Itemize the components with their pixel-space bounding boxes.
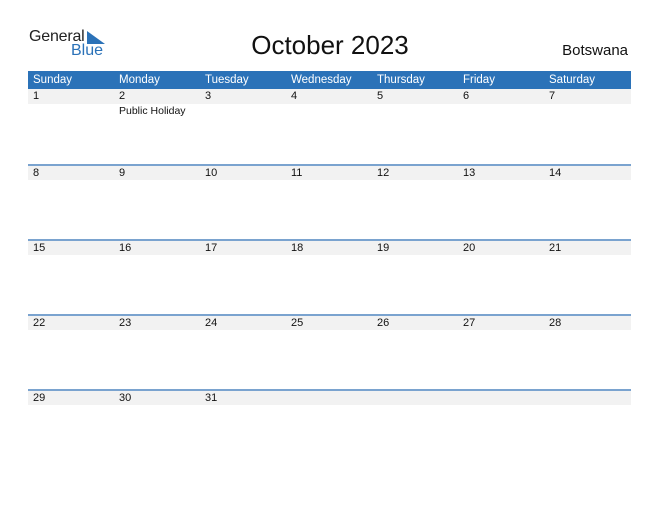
day-event: Public Holiday <box>119 105 186 117</box>
weekday-sunday: Sunday <box>33 74 73 86</box>
day-number: 18 <box>291 242 304 254</box>
day-number: 13 <box>463 167 476 179</box>
day-number <box>372 391 458 405</box>
week-row: 15 16 17 18 19 20 21 <box>28 239 631 314</box>
event-row: Public Holiday <box>28 104 631 117</box>
weekday-thursday: Thursday <box>377 74 425 86</box>
day-number: 7 <box>549 90 556 102</box>
day-number: 23 <box>119 317 132 329</box>
day-event <box>200 180 286 181</box>
week-row: 29 30 31 <box>28 389 631 464</box>
day-number: 3 <box>205 90 212 102</box>
weekday-header: Sunday Monday Tuesday Wednesday Thursday… <box>28 71 631 89</box>
day-number: 21 <box>549 242 562 254</box>
calendar-title: October 2023 <box>251 30 409 60</box>
day-event <box>372 405 458 406</box>
day-event <box>372 255 458 256</box>
day-number: 5 <box>377 90 384 102</box>
day-number-strip: 15 16 17 18 19 20 21 <box>28 241 631 255</box>
day-event <box>28 104 114 117</box>
day-number: 4 <box>291 90 298 102</box>
day-number: 25 <box>291 317 304 329</box>
day-number <box>286 391 372 405</box>
day-number <box>544 391 630 405</box>
day-number: 16 <box>119 242 132 254</box>
day-event <box>200 330 286 331</box>
day-event <box>544 180 630 181</box>
day-event <box>114 330 200 331</box>
day-event <box>114 405 200 406</box>
day-event <box>458 405 544 406</box>
day-number <box>458 391 544 405</box>
day-event <box>28 180 114 181</box>
day-number: 19 <box>377 242 390 254</box>
country-label: Botswana <box>562 42 628 59</box>
day-number: 6 <box>463 90 470 102</box>
day-number: 24 <box>205 317 218 329</box>
day-event <box>114 255 200 256</box>
day-event <box>114 180 200 181</box>
day-event <box>544 330 630 331</box>
event-row <box>28 405 631 406</box>
day-event <box>458 180 544 181</box>
event-row <box>28 255 631 256</box>
day-event <box>28 330 114 331</box>
day-number: 27 <box>463 317 476 329</box>
day-event <box>286 255 372 256</box>
day-event <box>200 104 286 117</box>
day-number: 2 <box>119 90 126 102</box>
day-number: 26 <box>377 317 390 329</box>
day-event <box>200 255 286 256</box>
day-number: 11 <box>291 167 303 179</box>
day-number-strip: 1 2 3 4 5 6 7 <box>28 89 631 104</box>
weekday-wednesday: Wednesday <box>291 74 352 86</box>
day-event <box>286 104 372 117</box>
day-number: 1 <box>33 90 40 102</box>
day-number: 8 <box>33 167 40 179</box>
weekday-friday: Friday <box>463 74 495 86</box>
calendar-grid: Sunday Monday Tuesday Wednesday Thursday… <box>28 71 631 464</box>
day-number: 31 <box>205 392 218 404</box>
day-number: 30 <box>119 392 132 404</box>
weekday-tuesday: Tuesday <box>205 74 249 86</box>
day-event <box>372 104 458 117</box>
event-row <box>28 330 631 331</box>
day-number: 10 <box>205 167 218 179</box>
day-event <box>544 104 630 117</box>
day-number-strip: 8 9 10 11 12 13 14 <box>28 166 631 180</box>
day-number: 28 <box>549 317 562 329</box>
weekday-monday: Monday <box>119 74 160 86</box>
day-event <box>458 255 544 256</box>
week-row: 8 9 10 11 12 13 14 <box>28 164 631 239</box>
day-number-strip: 29 30 31 <box>28 391 631 405</box>
day-event <box>458 330 544 331</box>
day-number: 12 <box>377 167 390 179</box>
day-number: 22 <box>33 317 46 329</box>
week-row: 22 23 24 25 26 27 28 <box>28 314 631 389</box>
day-number: 17 <box>205 242 218 254</box>
day-event <box>200 405 286 406</box>
day-event <box>28 405 114 406</box>
day-number: 29 <box>33 392 46 404</box>
event-row <box>28 180 631 181</box>
weeks-container: 1 2 3 4 5 6 7 Public Holiday 8 9 10 11 12 13 14 15 16 17 1… <box>28 89 631 464</box>
day-event <box>544 255 630 256</box>
day-event <box>372 180 458 181</box>
weekday-saturday: Saturday <box>549 74 596 86</box>
day-event <box>544 405 630 406</box>
day-event <box>28 255 114 256</box>
day-number-strip: 22 23 24 25 26 27 28 <box>28 316 631 330</box>
day-number: 15 <box>33 242 46 254</box>
day-event <box>286 405 372 406</box>
day-number: 14 <box>549 167 562 179</box>
day-number: 9 <box>119 167 126 179</box>
day-event <box>458 104 544 117</box>
week-row: 1 2 3 4 5 6 7 Public Holiday <box>28 89 631 164</box>
day-number: 20 <box>463 242 476 254</box>
day-event <box>372 330 458 331</box>
day-event <box>286 180 372 181</box>
day-event <box>286 330 372 331</box>
